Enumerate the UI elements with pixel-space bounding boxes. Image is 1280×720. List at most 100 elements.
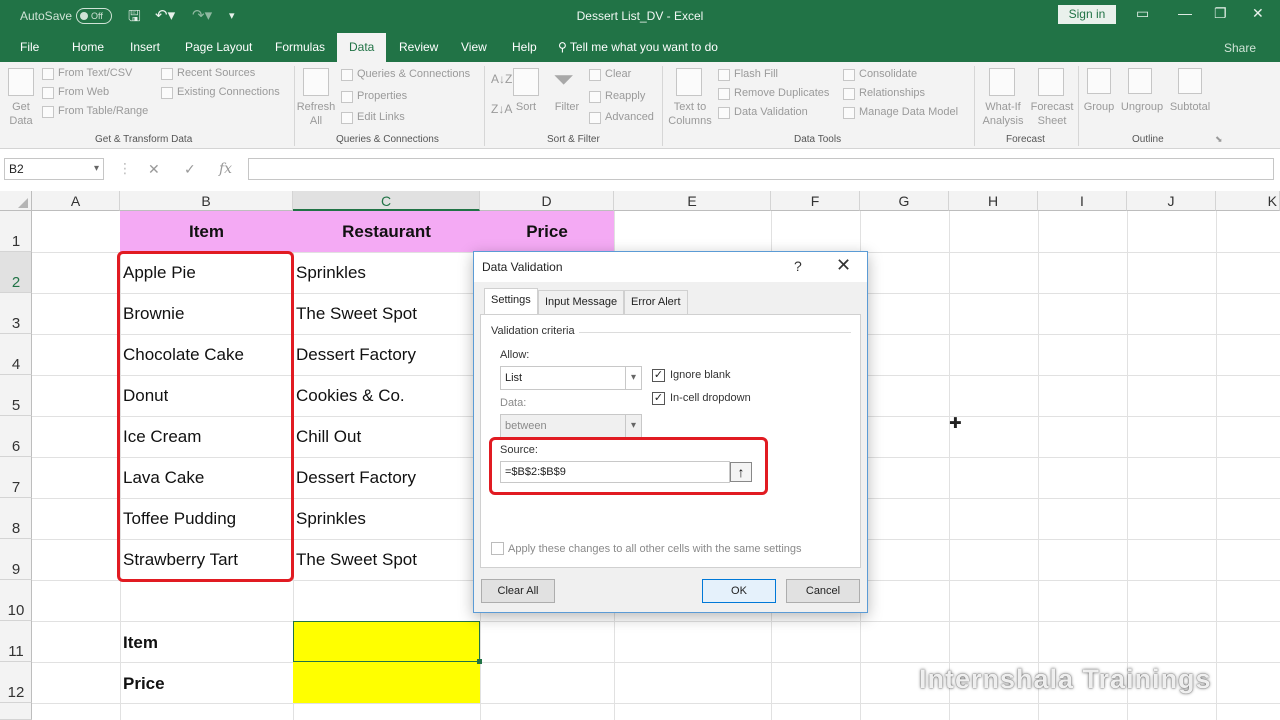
close-window-icon[interactable]: ✕ xyxy=(1252,5,1264,22)
text-to-columns-button[interactable]: Text to Columns xyxy=(667,100,713,128)
insert-function-icon[interactable]: fx xyxy=(219,161,232,177)
ungroup-button[interactable]: Ungroup xyxy=(1117,100,1167,114)
flash-fill-button[interactable]: Flash Fill xyxy=(734,68,778,80)
column-header-a[interactable]: A xyxy=(32,191,120,211)
tab-file[interactable]: File xyxy=(20,33,39,62)
column-header-c[interactable]: C xyxy=(293,191,480,211)
column-header-b[interactable]: B xyxy=(120,191,293,211)
price-output-cell[interactable] xyxy=(293,662,480,703)
clear-all-button[interactable]: Clear All xyxy=(481,579,555,603)
column-header-g[interactable]: G xyxy=(860,191,949,211)
cancel-button[interactable]: Cancel xyxy=(786,579,860,603)
reapply-button[interactable]: Reapply xyxy=(605,90,645,102)
sort-az-icon[interactable]: A↓Z xyxy=(491,72,512,86)
tab-review[interactable]: Review xyxy=(399,33,438,62)
advanced-button[interactable]: Advanced xyxy=(605,111,654,123)
existing-connections-button[interactable]: Existing Connections xyxy=(177,86,280,98)
enter-entry-icon[interactable]: ✓ xyxy=(184,161,196,178)
tell-me-search[interactable]: ⚲ Tell me what you want to do xyxy=(558,40,718,54)
data-select[interactable]: between ▾ xyxy=(500,414,642,438)
row-header-11[interactable]: 11 xyxy=(0,621,32,662)
ignore-blank-checkbox[interactable]: ✓ xyxy=(652,369,665,382)
undo-icon[interactable]: ↶▾ xyxy=(155,6,175,24)
row-header-1[interactable]: 1 xyxy=(0,211,32,252)
save-icon[interactable]: 🖫 xyxy=(128,6,141,31)
from-text-csv-button[interactable]: From Text/CSV xyxy=(58,67,132,79)
data-validation-button[interactable]: Data Validation xyxy=(734,106,808,118)
row-header-4[interactable]: 4 xyxy=(0,334,32,375)
forecast-sheet-button[interactable]: Forecast Sheet xyxy=(1028,100,1076,128)
queries-connections-button[interactable]: Queries & Connections xyxy=(357,68,470,80)
row-header-5[interactable]: 5 xyxy=(0,375,32,416)
restaurant-cell[interactable]: The Sweet Spot xyxy=(296,304,474,324)
restaurant-cell[interactable]: Dessert Factory xyxy=(296,345,474,365)
tab-error-alert[interactable]: Error Alert xyxy=(624,290,688,314)
in-cell-dropdown-checkbox[interactable]: ✓ xyxy=(652,392,665,405)
restaurant-cell[interactable]: Sprinkles xyxy=(296,263,474,283)
row-header-7[interactable]: 7 xyxy=(0,457,32,498)
column-header-f[interactable]: F xyxy=(771,191,860,211)
customize-qat-icon[interactable]: ▾ xyxy=(229,9,235,22)
restaurant-cell[interactable]: The Sweet Spot xyxy=(296,550,474,570)
edit-links-button[interactable]: Edit Links xyxy=(357,111,405,123)
manage-data-model-button[interactable]: Manage Data Model xyxy=(859,106,958,118)
row-header-2[interactable]: 2 xyxy=(0,252,32,293)
get-data-button[interactable]: Get Data xyxy=(4,100,38,128)
tab-formulas[interactable]: Formulas xyxy=(275,33,325,62)
from-table-range-button[interactable]: From Table/Range xyxy=(58,105,148,117)
tab-help[interactable]: Help xyxy=(512,33,537,62)
ok-button[interactable]: OK xyxy=(702,579,776,603)
redo-icon[interactable]: ↷▾ xyxy=(192,6,212,24)
dialog-title-bar[interactable]: Data Validation ? ✕ xyxy=(474,252,867,282)
column-header-h[interactable]: H xyxy=(949,191,1038,211)
sort-button[interactable]: Sort xyxy=(510,100,542,114)
row-header-12[interactable]: 12 xyxy=(0,662,32,703)
fill-handle[interactable] xyxy=(477,659,482,664)
relationships-button[interactable]: Relationships xyxy=(859,87,925,99)
tab-view[interactable]: View xyxy=(461,33,487,62)
what-if-analysis-button[interactable]: What-If Analysis xyxy=(977,100,1029,128)
name-box[interactable]: B2 xyxy=(4,158,104,180)
restaurant-cell[interactable]: Dessert Factory xyxy=(296,468,474,488)
allow-select[interactable]: List ▾ xyxy=(500,366,642,390)
subtotal-button[interactable]: Subtotal xyxy=(1166,100,1214,114)
refresh-all-button[interactable]: Refresh All xyxy=(296,100,336,128)
sign-in-button[interactable]: Sign in xyxy=(1058,5,1116,24)
item-input-cell[interactable] xyxy=(293,621,480,662)
restaurant-cell[interactable]: Cookies & Co. xyxy=(296,386,474,406)
tab-insert[interactable]: Insert xyxy=(130,33,160,62)
row-header-6[interactable]: 6 xyxy=(0,416,32,457)
outline-dialog-launcher-icon[interactable]: ⬊ xyxy=(1215,134,1223,145)
column-header-i[interactable]: I xyxy=(1038,191,1127,211)
minimize-icon[interactable]: — xyxy=(1178,5,1192,21)
share-button[interactable]: Share xyxy=(1224,41,1256,55)
row-header-3[interactable]: 3 xyxy=(0,293,32,334)
column-header-j[interactable]: J xyxy=(1127,191,1216,211)
help-icon[interactable]: ? xyxy=(794,258,802,274)
column-header-d[interactable]: D xyxy=(480,191,614,211)
clear-button[interactable]: Clear xyxy=(605,68,631,80)
tab-page-layout[interactable]: Page Layout xyxy=(185,33,252,62)
tab-home[interactable]: Home xyxy=(72,33,104,62)
row-header-9[interactable]: 9 xyxy=(0,539,32,580)
cancel-entry-icon[interactable]: ✕ xyxy=(148,161,160,178)
row-header-8[interactable]: 8 xyxy=(0,498,32,539)
filter-button[interactable]: Filter xyxy=(550,100,584,114)
formula-input[interactable] xyxy=(248,158,1274,180)
row-header-10[interactable]: 10 xyxy=(0,580,32,621)
select-all-corner[interactable] xyxy=(0,191,32,211)
apply-all-checkbox[interactable] xyxy=(491,542,504,555)
consolidate-button[interactable]: Consolidate xyxy=(859,68,917,80)
restaurant-cell[interactable]: Sprinkles xyxy=(296,509,474,529)
row-header-13[interactable] xyxy=(0,703,32,720)
column-header-e[interactable]: E xyxy=(614,191,771,211)
autosave-toggle[interactable]: Off xyxy=(76,8,112,24)
from-web-button[interactable]: From Web xyxy=(58,86,109,98)
tab-input-message[interactable]: Input Message xyxy=(538,290,625,314)
column-header-k[interactable]: K xyxy=(1216,191,1280,211)
remove-duplicates-button[interactable]: Remove Duplicates xyxy=(734,87,829,99)
group-button[interactable]: Group xyxy=(1080,100,1118,114)
close-icon[interactable]: ✕ xyxy=(836,255,851,276)
ribbon-display-icon[interactable]: ▭ xyxy=(1136,5,1149,22)
recent-sources-button[interactable]: Recent Sources xyxy=(177,67,255,79)
